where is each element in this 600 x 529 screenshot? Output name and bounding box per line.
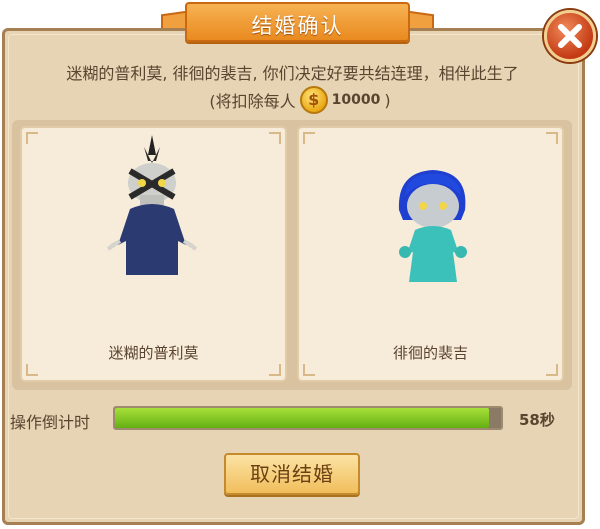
close-button[interactable]	[544, 10, 596, 62]
countdown-progress-fill	[115, 408, 490, 428]
countdown-label: 操作倒计时	[10, 413, 91, 432]
marriage-prompt: 迷糊的普利莫, 徘徊的裴吉, 你们决定好要共结连理，相伴此生了	[66, 64, 519, 83]
countdown-value: 58秒	[519, 411, 555, 429]
cost-row: (将扣除每人 $ 10000 )	[0, 86, 600, 114]
partner-name-right: 徘徊的裴吉	[392, 344, 468, 362]
partner-name-left: 迷糊的普利莫	[108, 344, 199, 362]
cost-suffix: )	[384, 90, 391, 110]
dialog-title: 结婚确认	[251, 14, 344, 38]
cancel-marriage-button[interactable]: 取消结婚	[224, 453, 360, 495]
cost-amount: 10000	[331, 92, 381, 108]
coin-icon: $	[299, 86, 328, 114]
coin-symbol: $	[308, 90, 320, 109]
cost-prefix: (将扣除每人	[209, 92, 296, 111]
skull-wizard-avatar-icon	[106, 135, 198, 275]
close-icon	[558, 24, 582, 48]
countdown-progress-bar	[113, 406, 503, 430]
partner-card-left: 迷糊的普利莫	[20, 126, 287, 382]
partner-card-right: 徘徊的裴吉	[297, 126, 564, 382]
blue-hair-ghost-avatar-icon	[398, 170, 467, 282]
title-banner: 结婚确认	[185, 2, 410, 42]
